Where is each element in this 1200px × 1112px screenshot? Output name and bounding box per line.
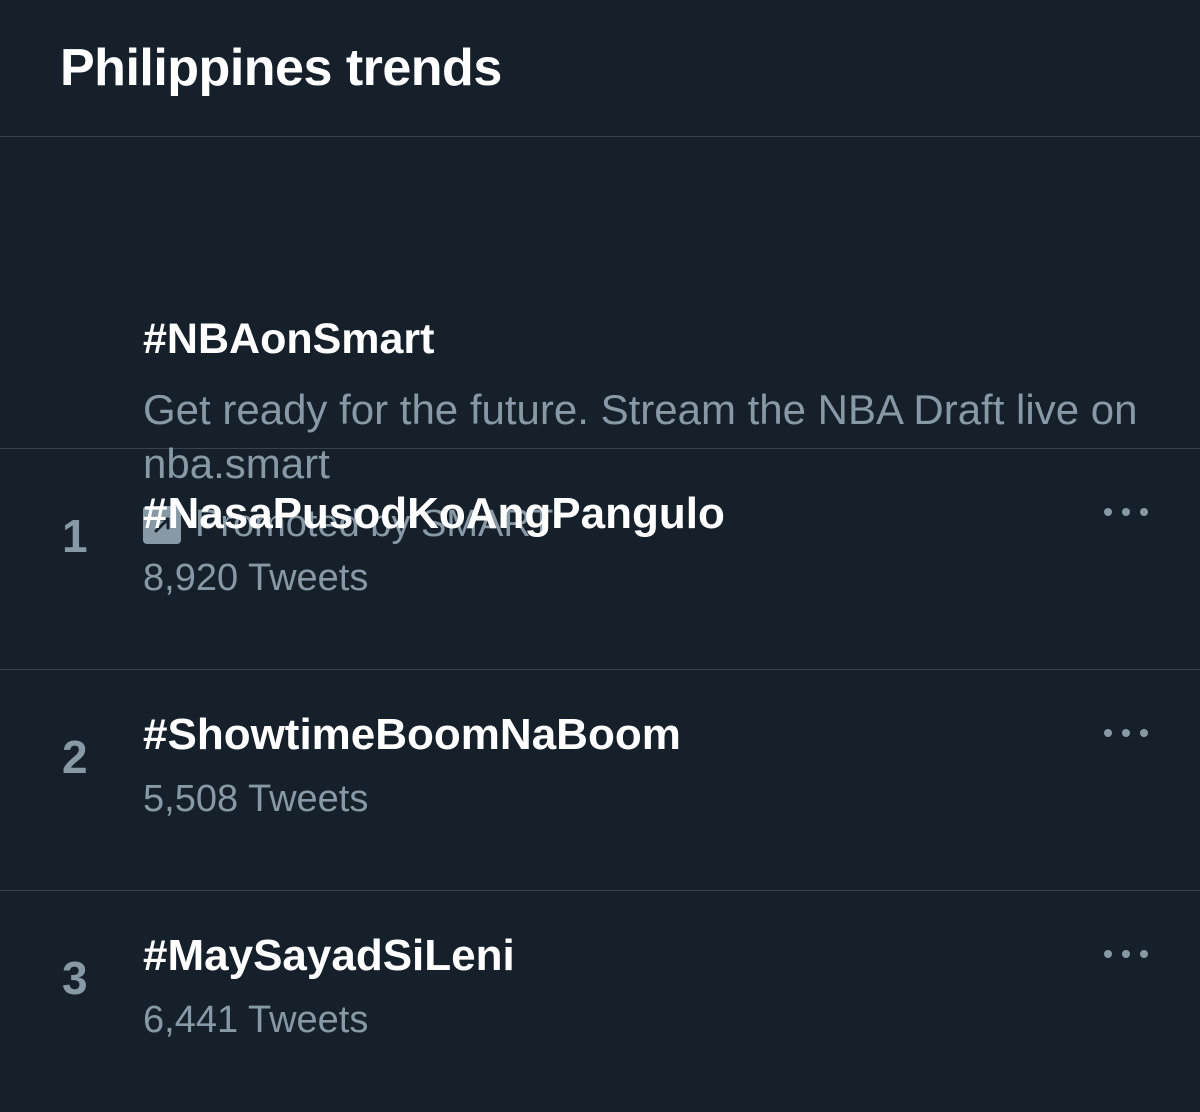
trend-item[interactable]: 1 #NasaPusodKoAngPangulo 8,920 Tweets <box>0 449 1200 670</box>
trend-item[interactable]: 3 #MaySayadSiLeni 6,441 Tweets <box>0 891 1200 1112</box>
promoted-trend[interactable]: #NBAonSmart Get ready for the future. St… <box>0 137 1200 545</box>
trend-tweet-count: 8,920 Tweets <box>143 557 369 599</box>
trend-tweet-count: 5,508 Tweets <box>143 778 369 820</box>
trend-rank: 3 <box>62 952 88 1004</box>
promoted-hashtag[interactable]: #NBAonSmart <box>143 315 435 364</box>
trend-tweet-count: 6,441 Tweets <box>143 999 369 1041</box>
more-options-icon[interactable] <box>1104 497 1148 527</box>
trend-rank: 1 <box>62 510 88 562</box>
trend-item[interactable]: 2 #ShowtimeBoomNaBoom 5,508 Tweets <box>0 670 1200 891</box>
more-options-icon[interactable] <box>1104 718 1148 748</box>
more-options-icon[interactable] <box>1104 939 1148 969</box>
page-title: Philippines trends <box>60 39 502 97</box>
trend-hashtag[interactable]: #ShowtimeBoomNaBoom <box>143 710 681 760</box>
trend-hashtag[interactable]: #NasaPusodKoAngPangulo <box>143 489 725 539</box>
trends-header: Philippines trends <box>0 0 1200 137</box>
trend-rank: 2 <box>62 731 88 783</box>
trend-hashtag[interactable]: #MaySayadSiLeni <box>143 931 515 981</box>
